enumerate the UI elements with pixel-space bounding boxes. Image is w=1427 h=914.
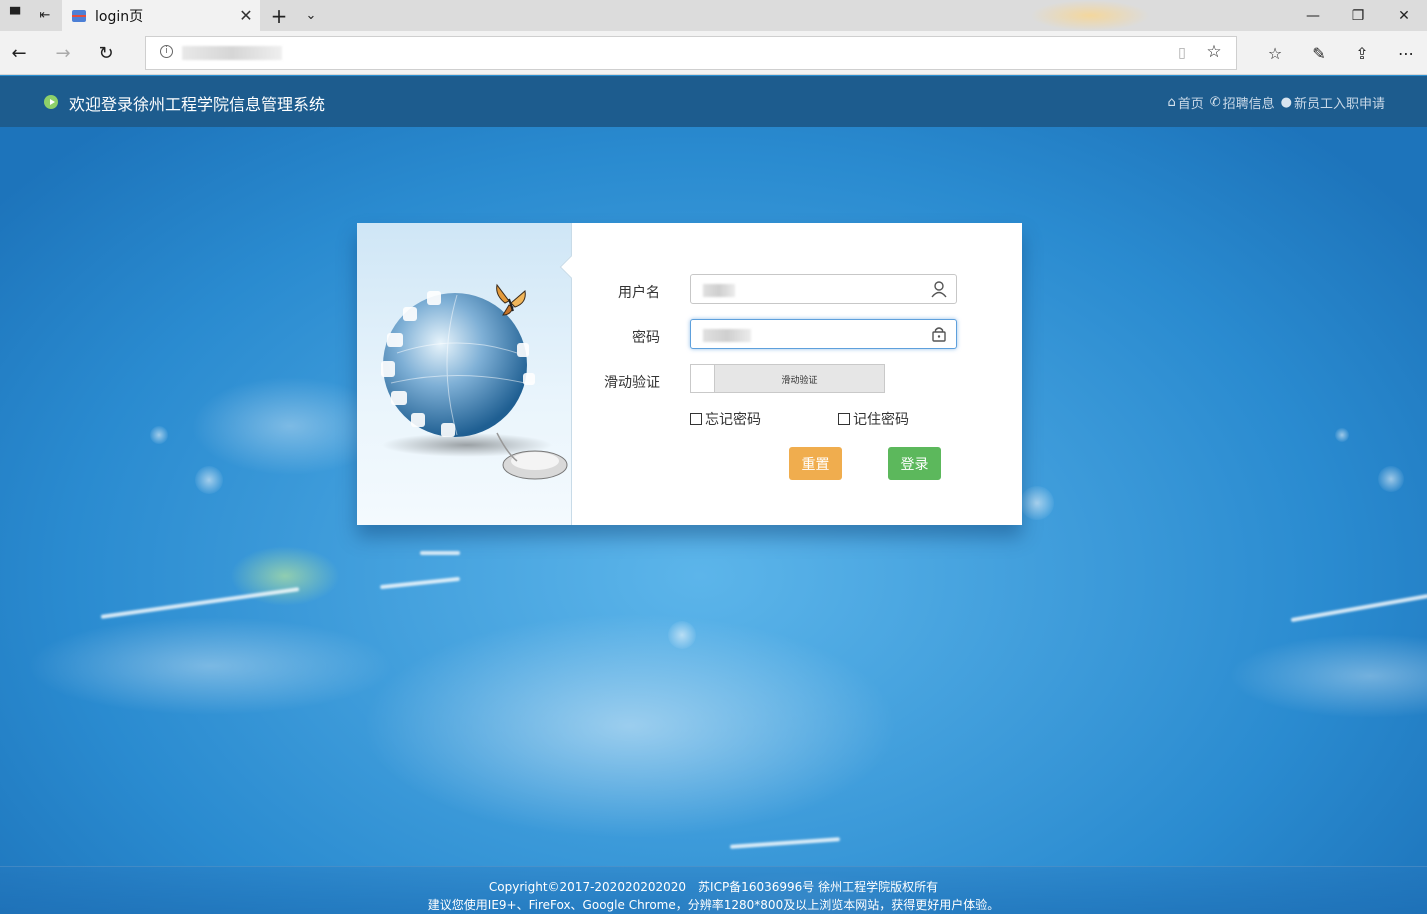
- home-icon: ⌂: [1167, 95, 1176, 110]
- recruitment-link[interactable]: ✆ 招聘信息: [1210, 93, 1275, 112]
- cloud-streak: [420, 551, 460, 555]
- play-icon: [44, 95, 58, 109]
- remember-password-checkbox[interactable]: 记住密码: [838, 409, 909, 429]
- new-tab-button[interactable]: +: [266, 0, 292, 31]
- site-favicon-icon: [72, 9, 86, 22]
- slider-handle[interactable]: [691, 365, 715, 392]
- forgot-password-checkbox[interactable]: 忘记密码: [690, 409, 761, 429]
- favorites-hub-icon[interactable]: ☆: [1261, 39, 1289, 67]
- favorite-star-icon[interactable]: ☆: [1204, 42, 1224, 62]
- recruitment-link-label: 招聘信息: [1222, 97, 1275, 112]
- username-label: 用户名: [618, 285, 660, 301]
- checkbox-box[interactable]: [838, 413, 850, 425]
- puzzle-globe-illustration: [367, 273, 572, 493]
- password-label: 密码: [632, 330, 660, 346]
- remember-password-label: 记住密码: [853, 412, 909, 428]
- browser-address-bar: ← → ↻ i ▯ ☆ ☆ ✎ ⇪ ⋯: [0, 31, 1427, 75]
- share-icon[interactable]: ⇪: [1348, 39, 1376, 67]
- light-bubble: [668, 621, 696, 649]
- close-tab-icon[interactable]: ✕: [232, 6, 260, 25]
- minimize-button[interactable]: —: [1290, 0, 1336, 31]
- onboarding-link-label: 新员工入职申请: [1293, 97, 1385, 112]
- reset-button[interactable]: 重置: [789, 447, 842, 480]
- tab-list-chevron-icon[interactable]: ⌄: [298, 0, 324, 31]
- restore-button[interactable]: ❐: [1335, 0, 1381, 31]
- forgot-password-label: 忘记密码: [705, 412, 761, 428]
- checkbox-box[interactable]: [690, 413, 702, 425]
- header-links: ⌂ 首页 ✆ 招聘信息 ● 新员工入职申请: [1167, 93, 1385, 112]
- reading-view-icon[interactable]: ▯: [1172, 43, 1192, 63]
- page-background: 欢迎登录徐州工程学院信息管理系统 ⌂ 首页 ✆ 招聘信息 ● 新员工入职申请 用…: [0, 76, 1427, 914]
- password-input[interactable]: [690, 319, 957, 349]
- username-value-redacted: [703, 284, 735, 297]
- user-icon: [931, 281, 947, 298]
- light-bubble: [150, 426, 168, 444]
- password-value-redacted: [703, 329, 751, 342]
- copyright-text: Copyright©2017-202020202020 苏ICP备1603699…: [488, 880, 939, 894]
- tab-title: login页: [95, 8, 144, 25]
- cloud-streak: [1290, 593, 1427, 623]
- more-icon[interactable]: ⋯: [1392, 39, 1420, 67]
- light-bubble: [195, 466, 223, 494]
- url-input[interactable]: i ▯ ☆: [145, 36, 1237, 70]
- tab-preview-icon[interactable]: ▀: [0, 0, 30, 31]
- login-card: 用户名 密码 滑动验证 滑动验证 忘记密码 记住密码 重置 登录: [357, 223, 1022, 525]
- close-window-button[interactable]: ✕: [1381, 0, 1427, 31]
- onboarding-link[interactable]: ● 新员工入职申请: [1281, 93, 1385, 112]
- browser-tab-bar: ▀ ⇤ login页 ✕ + ⌄ — ❐ ✕: [0, 0, 1427, 31]
- site-info-icon[interactable]: i: [160, 45, 173, 58]
- login-button[interactable]: 登录: [888, 447, 941, 480]
- home-link[interactable]: ⌂ 首页: [1167, 93, 1203, 112]
- lock-icon: [932, 327, 946, 342]
- light-bubble: [1335, 428, 1349, 442]
- cloud-streak: [380, 576, 460, 590]
- refresh-button[interactable]: ↻: [91, 38, 121, 68]
- site-title: 欢迎登录徐州工程学院信息管理系统: [69, 95, 326, 114]
- light-bubble: [1378, 466, 1404, 492]
- slider-verify-label: 滑动验证: [604, 375, 660, 391]
- browser-tab[interactable]: login页 ✕: [62, 0, 260, 31]
- home-link-label: 首页: [1177, 97, 1204, 112]
- forward-button[interactable]: →: [48, 38, 78, 68]
- url-text-redacted: [182, 46, 282, 60]
- tab-bar-glow: [1030, 0, 1150, 31]
- username-input[interactable]: [690, 274, 957, 304]
- slider-text: 滑动验证: [781, 376, 818, 386]
- back-button[interactable]: ←: [4, 38, 34, 68]
- web-note-icon[interactable]: ✎: [1305, 39, 1333, 67]
- phone-icon: ✆: [1209, 95, 1221, 110]
- slider-captcha[interactable]: 滑动验证: [690, 364, 885, 393]
- login-form: 用户名 密码 滑动验证 滑动验证 忘记密码 记住密码 重置 登录: [572, 223, 1022, 525]
- cloud-streak: [729, 837, 841, 849]
- set-aside-tabs-icon[interactable]: ⇤: [30, 0, 60, 31]
- browser-recommendation-text: 建议您使用IE9+、FireFox、Google Chrome，分辨率1280*…: [427, 898, 1000, 912]
- light-bubble: [1020, 486, 1054, 520]
- user-icon: ●: [1280, 95, 1292, 110]
- site-footer: Copyright©2017-202020202020 苏ICP备1603699…: [0, 866, 1427, 914]
- login-illustration-panel: [357, 223, 572, 525]
- site-header: 欢迎登录徐州工程学院信息管理系统 ⌂ 首页 ✆ 招聘信息 ● 新员工入职申请: [0, 76, 1427, 127]
